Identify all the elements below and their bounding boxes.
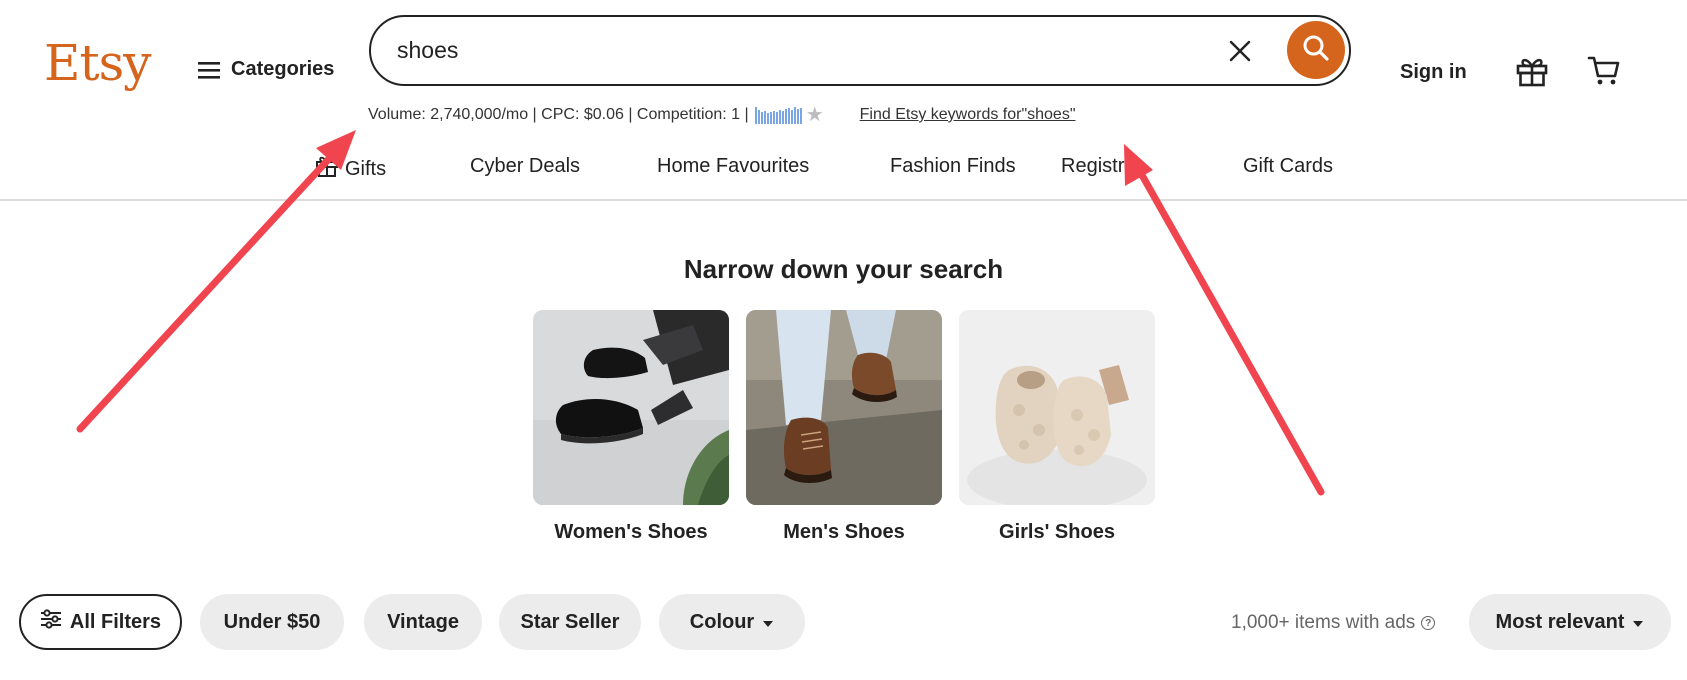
hamburger-icon	[198, 61, 220, 79]
category-card-womens-shoes[interactable]: Women's Shoes	[533, 310, 729, 544]
keyword-metrics-bar: Volume: 2,740,000/mo | CPC: $0.06 | Comp…	[368, 105, 1076, 125]
sort-dropdown[interactable]: Most relevant	[1469, 594, 1671, 650]
search-input[interactable]	[397, 31, 1197, 69]
gift-button[interactable]	[1515, 55, 1549, 92]
chip-vintage[interactable]: Vintage	[364, 594, 482, 650]
chip-colour-label: Colour	[689, 610, 755, 633]
secondary-nav: Gifts Cyber Deals Home Favourites Fashio…	[0, 155, 1687, 199]
all-filters-button[interactable]: All Filters	[19, 594, 182, 650]
clear-icon[interactable]	[1228, 39, 1252, 63]
nav-fashion-finds[interactable]: Fashion Finds	[890, 155, 1016, 178]
chevron-down-icon	[762, 611, 774, 634]
filter-sliders-icon	[40, 609, 62, 635]
help-icon[interactable]: ?	[1421, 616, 1436, 630]
sort-label: Most relevant	[1495, 610, 1625, 633]
results-count: 1,000+ items with ads ?	[1231, 612, 1436, 634]
category-label: Girls' Shoes	[999, 521, 1115, 543]
nav-gift-cards[interactable]: Gift Cards	[1243, 155, 1333, 178]
search-icon	[1301, 33, 1331, 68]
nav-registry[interactable]: Registry	[1061, 155, 1134, 178]
category-card-mens-shoes[interactable]: Men's Shoes	[746, 310, 942, 544]
search-button[interactable]	[1287, 21, 1345, 79]
nav-gifts[interactable]: Gifts	[315, 155, 386, 183]
results-count-text: 1,000+ items with ads	[1231, 612, 1416, 633]
chip-colour[interactable]: Colour	[659, 594, 805, 650]
nav-gifts-label: Gifts	[345, 157, 387, 180]
volume-trend-bars	[754, 106, 802, 124]
sign-in-link[interactable]: Sign in	[1400, 61, 1467, 84]
gift-icon	[1515, 58, 1549, 91]
categories-label: Categories	[231, 58, 335, 80]
cart-button[interactable]	[1587, 55, 1621, 92]
chevron-down-icon	[1632, 611, 1644, 634]
star-icon[interactable]: ★	[806, 105, 824, 125]
find-keywords-link[interactable]: Find Etsy keywords for"shoes"	[860, 106, 1076, 124]
all-filters-label: All Filters	[69, 610, 162, 633]
category-image-girls-shoes	[959, 310, 1155, 505]
category-label: Men's Shoes	[783, 521, 905, 543]
nav-home-favourites[interactable]: Home Favourites	[657, 155, 809, 178]
categories-button[interactable]: Categories	[198, 58, 334, 81]
etsy-logo[interactable]: Etsy	[44, 38, 151, 88]
gift-icon	[315, 155, 339, 183]
chip-star-seller[interactable]: Star Seller	[499, 594, 641, 650]
search-bar	[369, 15, 1351, 86]
category-image-mens-shoes	[746, 310, 942, 505]
chip-under-50[interactable]: Under $50	[200, 594, 344, 650]
narrow-search-title: Narrow down your search	[683, 254, 1004, 284]
category-label: Women's Shoes	[554, 521, 708, 543]
keyword-metrics: Volume: 2,740,000/mo | CPC: $0.06 | Comp…	[368, 106, 749, 123]
category-card-girls-shoes[interactable]: Girls' Shoes	[959, 310, 1155, 544]
nav-cyber-deals[interactable]: Cyber Deals	[470, 155, 580, 178]
header-divider	[0, 199, 1687, 201]
cart-icon	[1587, 56, 1621, 91]
category-image-womens-shoes	[533, 310, 729, 505]
